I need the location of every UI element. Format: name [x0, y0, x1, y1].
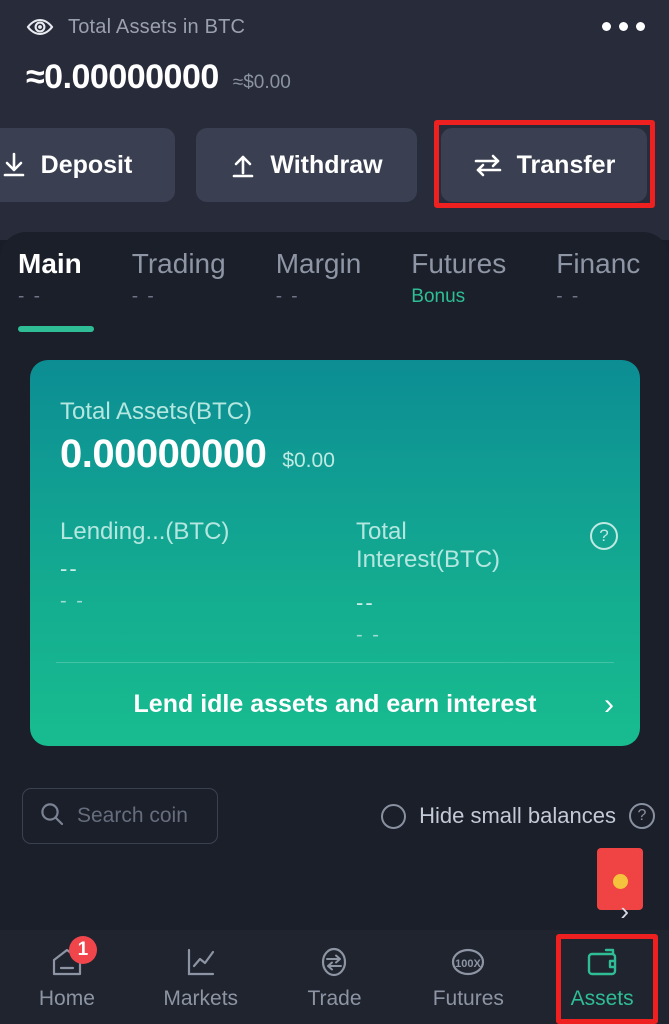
nav-item-markets[interactable]: Markets — [134, 930, 268, 1024]
nav-trade-label: Trade — [307, 987, 362, 1010]
deposit-label: Deposit — [40, 150, 133, 179]
tab-financial[interactable]: Financ - - — [556, 248, 640, 308]
radio-unchecked-icon[interactable] — [381, 803, 407, 829]
action-buttons: Deposit Withdraw Transfer — [0, 120, 669, 208]
tab-futures-label: Futures — [411, 248, 507, 279]
svg-text:100X: 100X — [455, 958, 481, 970]
card-lending-value: -- — [60, 556, 79, 581]
tab-main-label: Main — [18, 248, 82, 279]
tab-futures[interactable]: Futures Bonus — [411, 248, 506, 308]
card-interest-sub: - - — [356, 624, 381, 646]
search-icon — [39, 801, 65, 832]
search-input[interactable]: Search coin — [22, 788, 218, 844]
more-dots-icon[interactable] — [596, 16, 651, 37]
transfer-button[interactable]: Transfer — [441, 128, 647, 202]
withdraw-button[interactable]: Withdraw — [196, 128, 417, 202]
card-total-usd: $0.00 — [282, 449, 335, 472]
tab-margin-value: - - — [275, 286, 300, 307]
chevron-right-icon[interactable]: › — [620, 898, 629, 924]
card-total-amount: 0.00000000 — [60, 432, 267, 476]
nav-item-futures[interactable]: 100X Futures — [401, 930, 535, 1024]
tab-main[interactable]: Main - - — [18, 248, 94, 332]
card-interest-value: -- — [356, 590, 375, 615]
arrow-up-tray-icon — [230, 151, 256, 179]
question-mark-icon[interactable]: ? — [590, 522, 618, 550]
header: Total Assets in BTC ≈0.00000000 ≈$0.00 D… — [0, 0, 669, 240]
account-tabs: Main - - Trading - - Margin - - Futures … — [0, 248, 669, 348]
card-lending-label: Lending...(BTC) — [60, 518, 230, 545]
tab-futures-bonus: Bonus — [411, 286, 466, 307]
home-badge: 1 — [68, 936, 97, 964]
content-panel: Main - - Trading - - Margin - - Futures … — [0, 232, 669, 1024]
nav-futures-label: Futures — [432, 987, 504, 1010]
question-mark-icon[interactable]: ? — [629, 803, 655, 829]
dot — [602, 22, 611, 31]
home-icon: 1 — [47, 936, 97, 981]
card-lending-sub: - - — [60, 590, 85, 612]
card-interest-label: Total Interest(BTC) — [356, 518, 501, 574]
chart-icon — [181, 943, 221, 981]
chevron-right-icon: › — [604, 688, 614, 721]
balance-btc-value: ≈0.00000000 — [26, 58, 219, 96]
nav-markets-label: Markets — [163, 987, 239, 1010]
arrow-down-tray-icon — [1, 151, 27, 179]
nav-item-home[interactable]: 1 Home — [0, 930, 134, 1024]
transfer-arrows-icon — [473, 152, 503, 178]
withdraw-label: Withdraw — [270, 150, 383, 179]
lend-cta-label: Lend idle assets and earn interest — [133, 689, 537, 718]
tab-margin-label: Margin — [275, 248, 362, 279]
total-balance: ≈0.00000000 ≈$0.00 — [26, 58, 291, 97]
swap-icon — [314, 943, 354, 981]
lend-cta-button[interactable]: Lend idle assets and earn interest — [30, 662, 640, 746]
tab-main-value: - - — [18, 286, 42, 307]
tab-trading[interactable]: Trading - - — [132, 248, 226, 308]
card-total-assets-label: Total Assets(BTC) — [60, 398, 253, 425]
hide-small-balances-toggle[interactable]: Hide small balances ? — [381, 788, 655, 844]
dot — [619, 22, 628, 31]
nav-item-assets[interactable]: Assets — [535, 930, 669, 1024]
nav-assets-label: Assets — [570, 987, 634, 1010]
eye-icon[interactable] — [26, 13, 54, 41]
page-title: Total Assets in BTC — [68, 15, 246, 38]
tab-active-indicator — [18, 326, 94, 332]
deposit-button[interactable]: Deposit — [0, 128, 175, 202]
transfer-label: Transfer — [516, 150, 616, 179]
tab-financial-label: Financ — [556, 248, 641, 279]
nav-home-label: Home — [38, 987, 95, 1010]
tab-margin[interactable]: Margin - - — [276, 248, 362, 308]
hide-small-balances-label: Hide small balances — [419, 803, 616, 828]
total-assets-card: Total Assets(BTC) 0.00000000 $0.00 Lendi… — [30, 360, 640, 746]
nav-item-trade[interactable]: Trade — [268, 930, 402, 1024]
card-total-amount-row: 0.00000000 $0.00 — [60, 432, 335, 477]
100x-icon: 100X — [448, 943, 488, 981]
search-placeholder: Search coin — [77, 804, 188, 827]
dot — [636, 22, 645, 31]
balance-usd-value: ≈$0.00 — [232, 72, 291, 93]
wallet-icon — [582, 943, 622, 981]
bottom-navigation: 1 Home Markets Trade 100X Futures Assets — [0, 930, 669, 1024]
header-title-row: Total Assets in BTC — [26, 10, 643, 44]
tab-trading-label: Trading — [131, 248, 226, 279]
tab-financial-value: - - — [556, 286, 581, 307]
assets-screen: Total Assets in BTC ≈0.00000000 ≈$0.00 D… — [0, 0, 669, 1024]
tab-trading-value: - - — [131, 286, 156, 307]
